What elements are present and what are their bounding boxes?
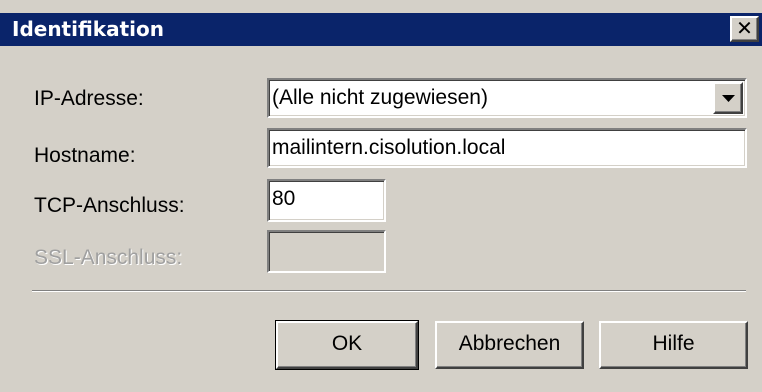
separator [32, 290, 746, 292]
tcp-port-value: 80 [272, 187, 296, 210]
tcp-port-label: TCP-Anschluss: [34, 194, 185, 217]
close-icon: ✕ [736, 16, 753, 40]
ip-address-select[interactable]: (Alle nicht zugewiesen) [267, 78, 747, 118]
hostname-field[interactable]: mailintern.cisolution.local [267, 128, 747, 168]
identifikation-dialog: Identifikation ✕ IP-Adresse: (Alle nicht… [0, 0, 762, 392]
ip-address-value: (Alle nicht zugewiesen) [272, 86, 488, 109]
tcp-port-field[interactable]: 80 [267, 179, 386, 222]
window-title: Identifikation [12, 17, 164, 41]
hostname-value: mailintern.cisolution.local [272, 136, 506, 159]
close-button[interactable]: ✕ [730, 16, 759, 42]
ssl-port-label: SSL-Anschluss: [34, 246, 183, 269]
ip-address-label: IP-Adresse: [34, 87, 144, 110]
hostname-label: Hostname: [34, 144, 136, 167]
ssl-port-field [267, 230, 386, 273]
title-bar[interactable]: Identifikation ✕ [0, 13, 762, 46]
cancel-button[interactable]: Abbrechen [435, 321, 584, 369]
dropdown-button[interactable] [713, 82, 743, 114]
ok-button[interactable]: OK [275, 320, 419, 370]
chevron-down-icon [722, 95, 735, 102]
help-button[interactable]: Hilfe [599, 321, 748, 369]
